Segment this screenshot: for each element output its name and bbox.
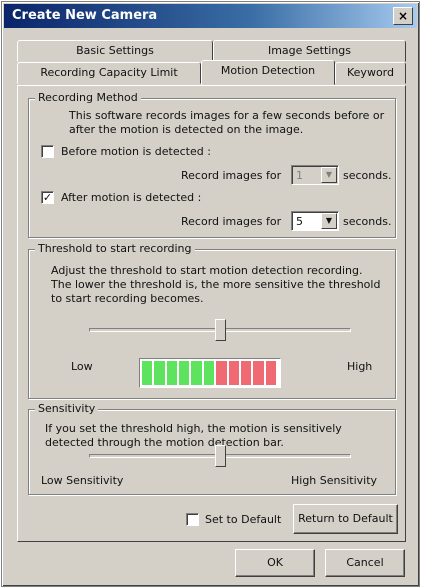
chevron-down-icon: ▼ <box>321 167 337 183</box>
meter-segment-green <box>142 361 153 385</box>
tab-recording-capacity-limit[interactable]: Recording Capacity Limit <box>17 62 201 84</box>
after-motion-label: After motion is detected : <box>61 191 202 204</box>
before-motion-checkbox[interactable] <box>41 145 54 158</box>
meter-segment-green <box>191 361 202 385</box>
meter-segment-green <box>203 361 215 385</box>
meter-segment-red <box>240 361 252 385</box>
meter-segment-red <box>265 361 276 385</box>
sensitivity-group: Sensitivity If you set the threshold hig… <box>28 402 396 495</box>
threshold-high-label: High <box>347 360 373 373</box>
chevron-down-icon: ▼ <box>321 213 337 229</box>
tab-keyword[interactable]: Keyword <box>335 62 406 84</box>
recording-method-group: Recording Method This software records i… <box>28 91 396 238</box>
tab-image-settings[interactable]: Image Settings <box>213 40 406 62</box>
ok-button[interactable]: OK <box>235 549 315 577</box>
after-record-label: Record images for <box>181 215 282 228</box>
before-motion-label: Before motion is detected : <box>61 145 211 158</box>
meter-segment-red <box>228 361 239 385</box>
set-to-default-checkbox[interactable] <box>186 513 199 526</box>
create-camera-dialog: Create New Camera × Basic Settings Image… <box>1 1 420 587</box>
before-seconds-unit: seconds. <box>343 169 392 182</box>
meter-segment-green <box>179 361 190 385</box>
meter-segment-red <box>216 361 227 385</box>
motion-detection-panel: Recording Method This software records i… <box>17 85 406 542</box>
threshold-slider-thumb[interactable] <box>215 319 226 341</box>
high-sensitivity-label: High Sensitivity <box>291 474 378 487</box>
before-seconds-value: 1 <box>296 169 303 182</box>
title-bar: Create New Camera × <box>4 4 417 28</box>
recording-method-description: This software records images for a few s… <box>69 109 385 136</box>
motion-detection-meter <box>139 358 281 388</box>
meter-segment-green <box>166 361 178 385</box>
after-seconds-value: 5 <box>296 215 303 228</box>
after-motion-checkbox[interactable]: ✓ <box>41 191 54 204</box>
sensitivity-title: Sensitivity <box>35 402 99 415</box>
close-icon[interactable]: × <box>393 7 413 25</box>
window-title: Create New Camera <box>12 8 158 23</box>
threshold-title: Threshold to start recording <box>35 242 195 255</box>
after-seconds-unit: seconds. <box>343 215 392 228</box>
set-to-default-label: Set to Default <box>205 513 282 526</box>
low-sensitivity-label: Low Sensitivity <box>41 474 124 487</box>
sensitivity-slider-thumb[interactable] <box>215 445 226 467</box>
return-to-default-button[interactable]: Return to Default <box>293 504 398 534</box>
tab-basic-settings[interactable]: Basic Settings <box>17 40 213 62</box>
threshold-group: Threshold to start recording Adjust the … <box>28 242 396 399</box>
meter-segment-red <box>253 361 264 385</box>
before-record-label: Record images for <box>181 169 282 182</box>
recording-method-title: Recording Method <box>35 91 141 104</box>
cancel-button[interactable]: Cancel <box>325 549 405 577</box>
meter-segment-green <box>154 361 165 385</box>
tab-motion-detection[interactable]: Motion Detection <box>201 60 335 85</box>
threshold-description: Adjust the threshold to start motion det… <box>51 264 381 305</box>
before-seconds-select[interactable]: 1 ▼ <box>291 165 339 185</box>
after-seconds-select[interactable]: 5 ▼ <box>291 211 339 231</box>
threshold-low-label: Low <box>71 360 93 373</box>
